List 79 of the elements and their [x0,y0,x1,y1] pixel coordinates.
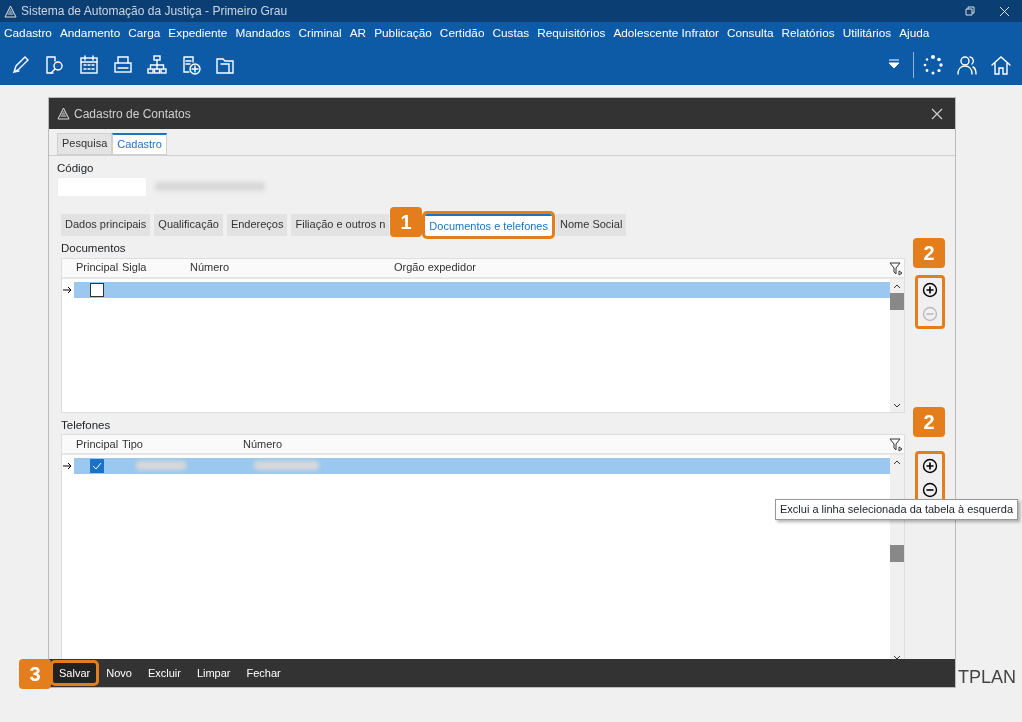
tab[interactable]: Pesquisa [57,133,113,155]
filter-icon[interactable] [889,437,903,452]
tab[interactable]: Cadastro [112,133,167,155]
checkbox[interactable] [90,282,104,297]
users-icon[interactable] [956,54,978,76]
menu-item[interactable]: Cadastro [0,24,56,43]
tab[interactable]: Nome Social [556,213,627,237]
remove-icon[interactable] [922,481,938,498]
blurred-text [136,461,186,471]
scroll-up-icon[interactable] [893,283,901,289]
action-button[interactable]: Fechar [240,662,287,684]
search-icon[interactable] [44,54,66,76]
field-label: Código [57,160,95,176]
document-plus-icon[interactable] [180,54,202,76]
tab[interactable]: Qualificação [154,213,223,237]
logo-icon [4,4,17,18]
scrollbar[interactable] [890,278,904,412]
tooltip: Exclui a linha selecionada da tabela à esquerda [775,499,1018,520]
menu-item[interactable]: Relatórios [777,24,839,43]
scroll-thumb[interactable] [890,544,904,562]
tab[interactable]: Dados principais [61,213,151,237]
section-label: Documentos [61,241,126,257]
menu-item[interactable]: Consulta [722,24,778,43]
menu-item[interactable]: Custas [488,24,534,43]
menu-item[interactable]: Ajuda [895,24,934,43]
menu-item[interactable]: Requisitórios [533,24,610,43]
scroll-up-icon[interactable] [893,459,901,465]
menu-item[interactable]: Mandados [231,24,295,43]
add-icon[interactable] [922,281,938,298]
home-icon[interactable] [990,54,1012,76]
menu-item[interactable]: Carga [124,24,165,43]
printer-icon[interactable] [112,54,134,76]
menu-item[interactable]: Certidão [435,24,489,43]
checkbox[interactable] [90,458,104,473]
action-button[interactable]: Limpar [190,662,237,684]
tab[interactable]: Endereços [226,213,288,237]
restore-icon[interactable] [965,6,975,16]
blurred-text [254,461,319,471]
background-text: TPLAN [958,666,1017,689]
filter-icon[interactable] [889,261,903,276]
close-icon[interactable] [999,5,1010,17]
callout-badge: 3 [19,659,51,689]
column-header[interactable]: Número [243,435,283,452]
row-pointer-icon [63,461,72,470]
tab[interactable]: Documentos e telefones [425,213,552,237]
menu-item[interactable]: Adolescente Infrator [609,24,723,43]
menu-item[interactable]: Expediente [164,24,232,43]
action-button[interactable]: Novo [100,662,138,684]
menu-item[interactable]: Andamento [55,24,125,43]
menu-item[interactable]: Publicação [370,24,436,43]
scroll-thumb[interactable] [890,292,904,310]
close-icon[interactable] [931,108,943,121]
dialog-title: Cadastro de Contatos [74,105,191,123]
window-title: Sistema de Automação da Justiça - Primeiro Grau [21,3,288,20]
action-button[interactable]: Excluir [141,662,187,684]
section-label: Telefones [61,417,111,433]
menu-item[interactable]: Utilitários [838,24,896,43]
column-header[interactable]: Sigla [122,259,147,276]
column-header[interactable]: Principal [76,259,119,276]
menu-item[interactable]: AR [345,24,371,43]
callout-badge: 2 [913,238,945,268]
tab[interactable]: Filiação e outros n [291,213,390,237]
column-header[interactable]: Principal [76,435,119,452]
hierarchy-icon[interactable] [146,54,168,76]
column-header[interactable]: Orgão expedidor [394,259,476,276]
spinner-icon[interactable] [922,54,944,76]
scroll-down-icon[interactable] [893,402,901,408]
check-icon [92,461,102,470]
add-icon[interactable] [922,457,938,474]
column-header[interactable]: Tipo [122,435,143,452]
callout-badge: 2 [913,407,945,437]
menu-item[interactable]: Criminal [294,24,346,43]
action-button[interactable]: Salvar [53,662,97,684]
callout-badge: 1 [390,207,422,237]
column-header[interactable]: Número [190,259,230,276]
row-pointer-icon [63,285,72,294]
logo-icon [57,107,70,120]
scroll-down-icon[interactable] [893,654,901,660]
calendar-icon[interactable] [78,54,100,76]
